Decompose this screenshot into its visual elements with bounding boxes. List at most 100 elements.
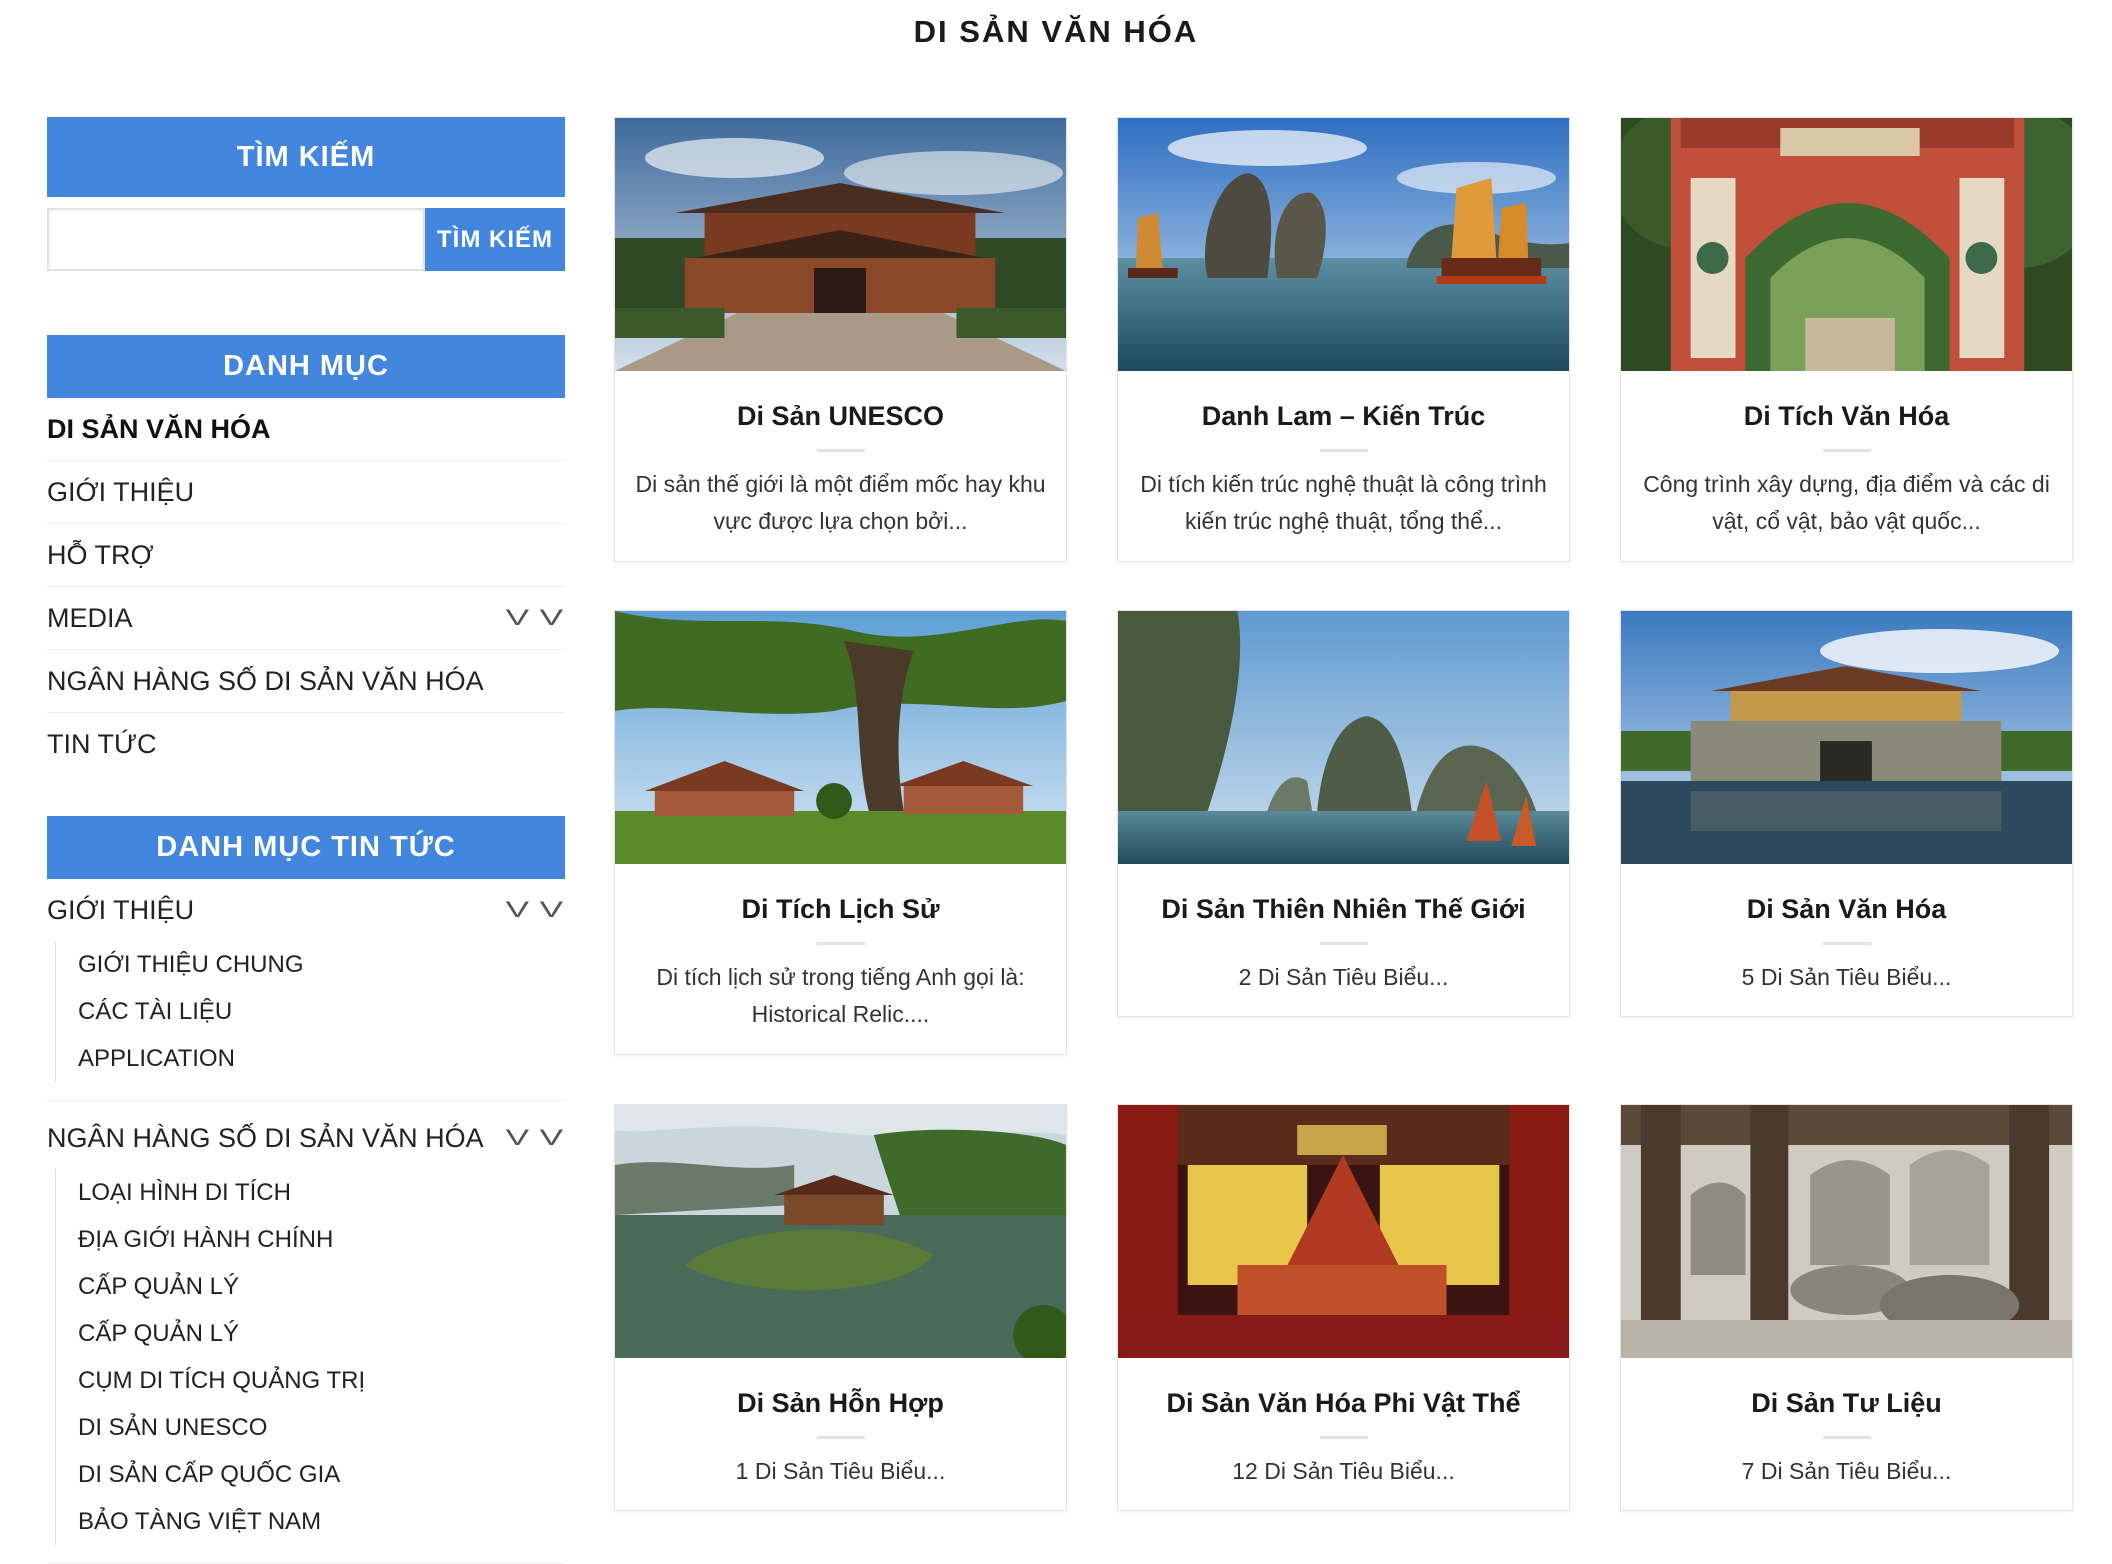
card-description: Di sản thế giới là một điểm mốc hay khu … bbox=[615, 466, 1066, 540]
card-description-line: 7 Di Sản Tiêu Biểu... bbox=[1741, 1458, 1952, 1484]
search-form: TÌM KIẾM bbox=[47, 208, 565, 271]
search-input[interactable] bbox=[47, 208, 425, 271]
category-item-ngan-hang-so[interactable]: NGÂN HÀNG SỐ DI SẢN VĂN HÓA bbox=[47, 650, 565, 713]
card-description: 1 Di Sản Tiêu Biểu... bbox=[615, 1453, 1066, 1490]
halong-bay-junks-photo[interactable] bbox=[1118, 118, 1569, 371]
card-description-line: kiến trúc nghệ thuật, tổng thể... bbox=[1184, 508, 1503, 534]
card-description-line: Công trình xây dựng, địa điểm và các di bbox=[1643, 471, 2050, 497]
card-description-line: vật, cổ vật, bảo vật quốc... bbox=[1712, 508, 1981, 534]
card-title[interactable]: Di Sản UNESCO bbox=[615, 399, 1066, 433]
category-card[interactable]: Di Sản Văn Hóa Phi Vật Thể 12 Di Sản Tiê… bbox=[1117, 1104, 1570, 1511]
news-sub-item[interactable]: GIỚI THIỆU CHUNG bbox=[78, 941, 565, 988]
card-description-line: 1 Di Sản Tiêu Biểu... bbox=[735, 1458, 946, 1484]
divider bbox=[1822, 1436, 1871, 1439]
category-card[interactable]: Di Sản UNESCO Di sản thế giới là một điể… bbox=[614, 117, 1067, 562]
card-description-line: vực được lựa chọn bởi... bbox=[713, 508, 968, 534]
card-title[interactable]: Di Sản Văn Hóa Phi Vật Thể bbox=[1118, 1386, 1569, 1420]
category-card[interactable]: Di Tích Văn Hóa Công trình xây dựng, địa… bbox=[1620, 117, 2073, 562]
card-description-line: 2 Di Sản Tiêu Biểu... bbox=[1238, 964, 1449, 990]
divider bbox=[816, 449, 865, 452]
sidebar: TÌM KIẾM TÌM KIẾM DANH MỤC DI SẢN VĂN HÓ… bbox=[47, 117, 565, 1564]
card-title[interactable]: Di Sản Hỗn Hợp bbox=[615, 1386, 1066, 1420]
news-section-header[interactable]: NGÂN HÀNG SỐ DI SẢN VĂN HÓA v v bbox=[47, 1107, 565, 1169]
news-sub-list: LOẠI HÌNH DI TÍCH ĐỊA GIỚI HÀNH CHÍNH CẤ… bbox=[55, 1169, 565, 1545]
stone-stelae-turtles-photo[interactable] bbox=[1621, 1105, 2072, 1358]
divider bbox=[816, 942, 865, 945]
red-temple-gate-photo[interactable] bbox=[1621, 118, 2072, 371]
divider bbox=[1319, 1436, 1368, 1439]
water-puppet-stage-photo[interactable] bbox=[1118, 1105, 1569, 1358]
chevron-down-icon[interactable]: v bbox=[540, 879, 564, 941]
card-description: 5 Di Sản Tiêu Biểu... bbox=[1621, 959, 2072, 996]
news-sub-item[interactable]: CÁC TÀI LIỆU bbox=[78, 988, 565, 1035]
card-description: Công trình xây dựng, địa điểm và các di … bbox=[1621, 466, 2072, 540]
chevron-down-icon[interactable]: v bbox=[506, 587, 530, 649]
chevron-down-icon[interactable]: v bbox=[506, 879, 530, 941]
card-description-line: Di tích lịch sử trong tiếng Anh gọi là: bbox=[656, 964, 1025, 990]
card-description: Di tích lịch sử trong tiếng Anh gọi là: … bbox=[615, 959, 1066, 1033]
divider bbox=[1822, 942, 1871, 945]
news-sub-item[interactable]: CỤM DI TÍCH QUẢNG TRỊ bbox=[78, 1357, 565, 1404]
news-sub-item[interactable]: DI SẢN CẤP QUỐC GIA bbox=[78, 1451, 565, 1498]
trang-an-aerial-photo[interactable] bbox=[615, 1105, 1066, 1358]
category-card[interactable]: Di Sản Tư Liệu 7 Di Sản Tiêu Biểu... bbox=[1620, 1104, 2073, 1511]
news-section-header[interactable]: GIỚI THIỆU v v bbox=[47, 879, 565, 941]
news-sub-item[interactable]: ĐỊA GIỚI HÀNH CHÍNH bbox=[78, 1216, 565, 1263]
limestone-karst-sails-photo[interactable] bbox=[1118, 611, 1569, 864]
news-sub-item[interactable]: CẤP QUẢN LÝ bbox=[78, 1310, 565, 1357]
card-description: 2 Di Sản Tiêu Biểu... bbox=[1118, 959, 1569, 996]
chevron-down-icon[interactable]: v bbox=[540, 1107, 564, 1169]
news-sub-item[interactable]: APPLICATION bbox=[78, 1035, 565, 1082]
card-description: Di tích kiến trúc nghệ thuật là công trì… bbox=[1118, 466, 1569, 540]
banyan-tree-temple-photo[interactable] bbox=[615, 611, 1066, 864]
category-menu: DI SẢN VĂN HÓA GIỚI THIỆU HỖ TRỢ MEDIA v… bbox=[47, 398, 565, 775]
category-item-label: MEDIA bbox=[47, 603, 133, 633]
page-title: DI SẢN VĂN HÓA bbox=[913, 14, 1199, 49]
news-sub-item[interactable]: CẤP QUẢN LÝ bbox=[78, 1263, 565, 1310]
category-item-ho-tro[interactable]: HỖ TRỢ bbox=[47, 524, 565, 587]
category-card[interactable]: Di Sản Thiên Nhiên Thế Giới 2 Di Sản Tiê… bbox=[1117, 610, 1570, 1017]
divider bbox=[816, 1436, 865, 1439]
category-widget-title: DANH MỤC bbox=[47, 335, 565, 398]
category-card[interactable]: Danh Lam – Kiến Trúc Di tích kiến trúc n… bbox=[1117, 117, 1570, 562]
category-card[interactable]: Di Tích Lịch Sử Di tích lịch sử trong ti… bbox=[614, 610, 1067, 1055]
card-description-line: Historical Relic.... bbox=[751, 1001, 930, 1027]
category-card[interactable]: Di Sản Văn Hóa 5 Di Sản Tiêu Biểu... bbox=[1620, 610, 2073, 1017]
chevron-down-icon[interactable]: v bbox=[540, 587, 564, 649]
divider bbox=[1822, 449, 1871, 452]
card-description-line: 5 Di Sản Tiêu Biểu... bbox=[1741, 964, 1952, 990]
card-title[interactable]: Di Tích Văn Hóa bbox=[1621, 399, 2072, 433]
category-item-gioi-thieu[interactable]: GIỚI THIỆU bbox=[47, 461, 565, 524]
category-item-di-san-van-hoa[interactable]: DI SẢN VĂN HÓA bbox=[47, 398, 565, 461]
news-category-widget-title: DANH MỤC TIN TỨC bbox=[47, 816, 565, 879]
card-description: 7 Di Sản Tiêu Biểu... bbox=[1621, 1453, 2072, 1490]
news-sub-item[interactable]: LOẠI HÌNH DI TÍCH bbox=[78, 1169, 565, 1216]
category-item-tin-tuc[interactable]: TIN TỨC bbox=[47, 713, 565, 775]
news-sub-item[interactable]: BẢO TÀNG VIỆT NAM bbox=[78, 1498, 565, 1545]
divider bbox=[47, 1100, 565, 1101]
card-title[interactable]: Di Sản Thiên Nhiên Thế Giới bbox=[1118, 892, 1569, 926]
news-section-ngan-hang-so: NGÂN HÀNG SỐ DI SẢN VĂN HÓA v v LOẠI HÌN… bbox=[47, 1107, 565, 1564]
card-description-line: 12 Di Sản Tiêu Biểu... bbox=[1232, 1458, 1455, 1484]
news-sub-item[interactable]: DI SẢN UNESCO bbox=[78, 1404, 565, 1451]
news-section-label: GIỚI THIỆU bbox=[47, 895, 195, 925]
card-title[interactable]: Di Tích Lịch Sử bbox=[615, 892, 1066, 926]
citadel-gate-reflection-photo[interactable] bbox=[1621, 611, 2072, 864]
category-item-media[interactable]: MEDIA v v bbox=[47, 587, 565, 650]
divider bbox=[1319, 449, 1368, 452]
card-description-line: Di sản thế giới là một điểm mốc hay khu bbox=[635, 471, 1046, 497]
news-section-gioi-thieu: GIỚI THIỆU v v GIỚI THIỆU CHUNG CÁC TÀI … bbox=[47, 879, 565, 1101]
news-sub-list: GIỚI THIỆU CHUNG CÁC TÀI LIỆU APPLICATIO… bbox=[55, 941, 565, 1082]
divider bbox=[1319, 942, 1368, 945]
card-title[interactable]: Di Sản Văn Hóa bbox=[1621, 892, 2072, 926]
chevron-down-icon[interactable]: v bbox=[506, 1107, 530, 1169]
search-button[interactable]: TÌM KIẾM bbox=[425, 208, 565, 271]
card-description: 12 Di Sản Tiêu Biểu... bbox=[1118, 1453, 1569, 1490]
news-section-label: NGÂN HÀNG SỐ DI SẢN VĂN HÓA bbox=[47, 1123, 484, 1153]
card-title[interactable]: Danh Lam – Kiến Trúc bbox=[1118, 399, 1569, 433]
category-card[interactable]: Di Sản Hỗn Hợp 1 Di Sản Tiêu Biểu... bbox=[614, 1104, 1067, 1511]
search-widget-title: TÌM KIẾM bbox=[47, 117, 565, 197]
card-title[interactable]: Di Sản Tư Liệu bbox=[1621, 1386, 2072, 1420]
imperial-palace-photo[interactable] bbox=[615, 118, 1066, 371]
card-description-line: Di tích kiến trúc nghệ thuật là công trì… bbox=[1140, 471, 1547, 497]
